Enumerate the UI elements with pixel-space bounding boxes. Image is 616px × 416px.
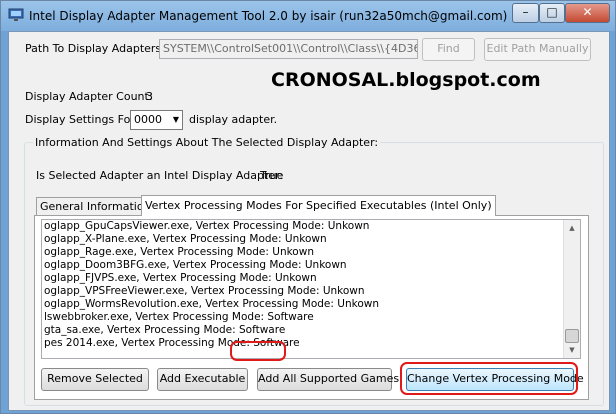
find-button[interactable]: Find — [422, 38, 475, 61]
list-item[interactable]: oglapp_WormsRevolution.exe, Vertex Proce… — [42, 298, 580, 311]
window-title: Intel Display Adapter Management Tool 2.… — [29, 9, 508, 23]
list-item[interactable]: oglapp_VPSFreeViewer.exe, Vertex Process… — [42, 285, 580, 298]
info-group-title: Information And Settings About The Selec… — [33, 136, 381, 149]
list-item[interactable]: oglapp_FJVPS.exe, Vertex Processing Mode… — [42, 272, 580, 285]
remove-selected-button[interactable]: Remove Selected — [41, 368, 149, 391]
vertex-tab-panel: oglapp_GpuCapsViewer.exe, Vertex Process… — [34, 215, 589, 400]
info-groupbox: Information And Settings About The Selec… — [24, 136, 604, 406]
main-panel: Path To Display Adapters: SYSTEM\\Contro… — [8, 31, 610, 411]
adapter-select-value: 0000 — [134, 113, 162, 126]
scroll-down-icon[interactable]: ▼ — [565, 343, 579, 357]
title-bar[interactable]: Intel Display Adapter Management Tool 2.… — [1, 1, 615, 31]
intel-adapter-label: Is Selected Adapter an Intel Display Ada… — [36, 169, 284, 182]
executables-list: oglapp_GpuCapsViewer.exe, Vertex Process… — [42, 220, 580, 350]
tab-vertex-processing[interactable]: Vertex Processing Modes For Specified Ex… — [141, 195, 496, 216]
app-window: Intel Display Adapter Management Tool 2.… — [0, 0, 616, 414]
maximize-button[interactable]: □ — [539, 3, 565, 23]
list-item[interactable]: oglapp_Rage.exe, Vertex Processing Mode:… — [42, 246, 580, 259]
adapter-count-value: 3 — [146, 90, 153, 103]
list-item[interactable]: lswebbroker.exe, Vertex Processing Mode:… — [42, 311, 580, 324]
list-item[interactable]: pes 2014.exe, Vertex Processing Mode: So… — [42, 337, 580, 350]
add-executable-button[interactable]: Add Executable — [157, 368, 248, 391]
intel-adapter-value: True — [260, 169, 284, 182]
list-item[interactable]: oglapp_GpuCapsViewer.exe, Vertex Process… — [42, 220, 580, 233]
dropdown-arrow-icon: ▼ — [172, 115, 179, 124]
close-button[interactable]: ✕ — [565, 3, 610, 23]
watermark-text: CRONOSAL.blogspot.com — [271, 69, 541, 91]
list-item[interactable]: oglapp_Doom3BFG.exe, Vertex Processing M… — [42, 259, 580, 272]
scroll-up-icon[interactable]: ▲ — [565, 221, 579, 235]
tab-general-information[interactable]: General Information — [36, 197, 155, 216]
minimize-button[interactable]: – — [512, 3, 539, 23]
executables-listbox[interactable]: oglapp_GpuCapsViewer.exe, Vertex Process… — [41, 219, 581, 359]
adapter-select[interactable]: 0000 ▼ — [130, 110, 183, 130]
display-settings-suffix: display adapter. — [189, 113, 278, 126]
path-input[interactable]: SYSTEM\\ControlSet001\\Control\\Class\\{… — [159, 39, 418, 59]
highlight-software-mode — [230, 341, 286, 361]
highlight-change-mode — [400, 362, 578, 395]
list-scrollbar[interactable]: ▲ ▼ — [563, 220, 580, 358]
edit-path-button[interactable]: Edit Path Manually — [484, 38, 591, 61]
scroll-thumb[interactable] — [565, 329, 579, 343]
list-item[interactable]: oglapp_X-Plane.exe, Vertex Processing Mo… — [42, 233, 580, 246]
path-label: Path To Display Adapters: — [25, 42, 165, 55]
monitor-icon — [8, 8, 24, 22]
add-all-games-button[interactable]: Add All Supported Games — [257, 368, 399, 391]
list-item[interactable]: gta_sa.exe, Vertex Processing Mode: Soft… — [42, 324, 580, 337]
adapter-count-label: Display Adapter Count: — [25, 90, 153, 103]
